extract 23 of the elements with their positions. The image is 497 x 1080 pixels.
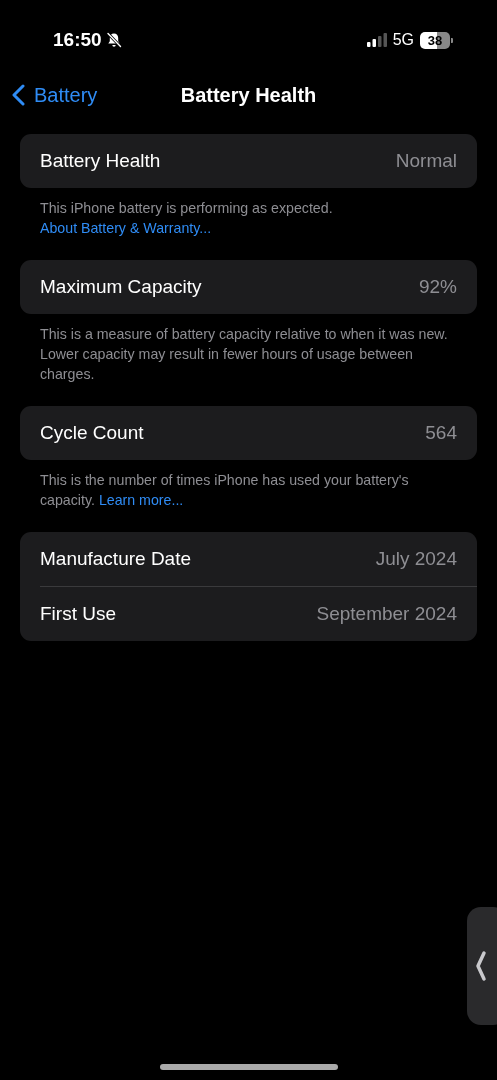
row-value: September 2024 (316, 603, 457, 625)
footer-note: This iPhone battery is performing as expected. About Battery & Warranty... (39, 199, 334, 238)
battery-indicator: 38 (420, 31, 450, 49)
row-label: Manufacture Date (40, 548, 192, 570)
side-handle[interactable] (467, 907, 497, 1025)
network-label: 5G (392, 31, 414, 49)
screen-title: Battery Health (180, 83, 317, 107)
status-time: 16:50 (53, 29, 102, 51)
row-label: Maximum Capacity (40, 276, 202, 298)
chevron-icon (12, 84, 25, 106)
row-value: 564 (425, 422, 457, 444)
info-link[interactable]: Learn more... (98, 492, 184, 508)
row-value: Normal (395, 150, 457, 172)
back-button[interactable]: Battery (12, 83, 98, 107)
footer-note: This is a measure of battery capacity relative to when it was new. Lower capacity may result in fewer hours of usage between charges. (39, 325, 449, 384)
row-label: First Use (40, 603, 116, 625)
row-label: Battery Health (40, 150, 161, 172)
signal-icon (366, 33, 387, 47)
row-value: July 2024 (375, 548, 457, 570)
info-link[interactable]: About Battery & Warranty... (40, 220, 212, 236)
row-value: 92% (418, 276, 457, 298)
row-label: Cycle Count (40, 422, 144, 444)
footer-note: This is the number of times iPhone has used your battery's capacity. Learn more... (39, 471, 410, 510)
